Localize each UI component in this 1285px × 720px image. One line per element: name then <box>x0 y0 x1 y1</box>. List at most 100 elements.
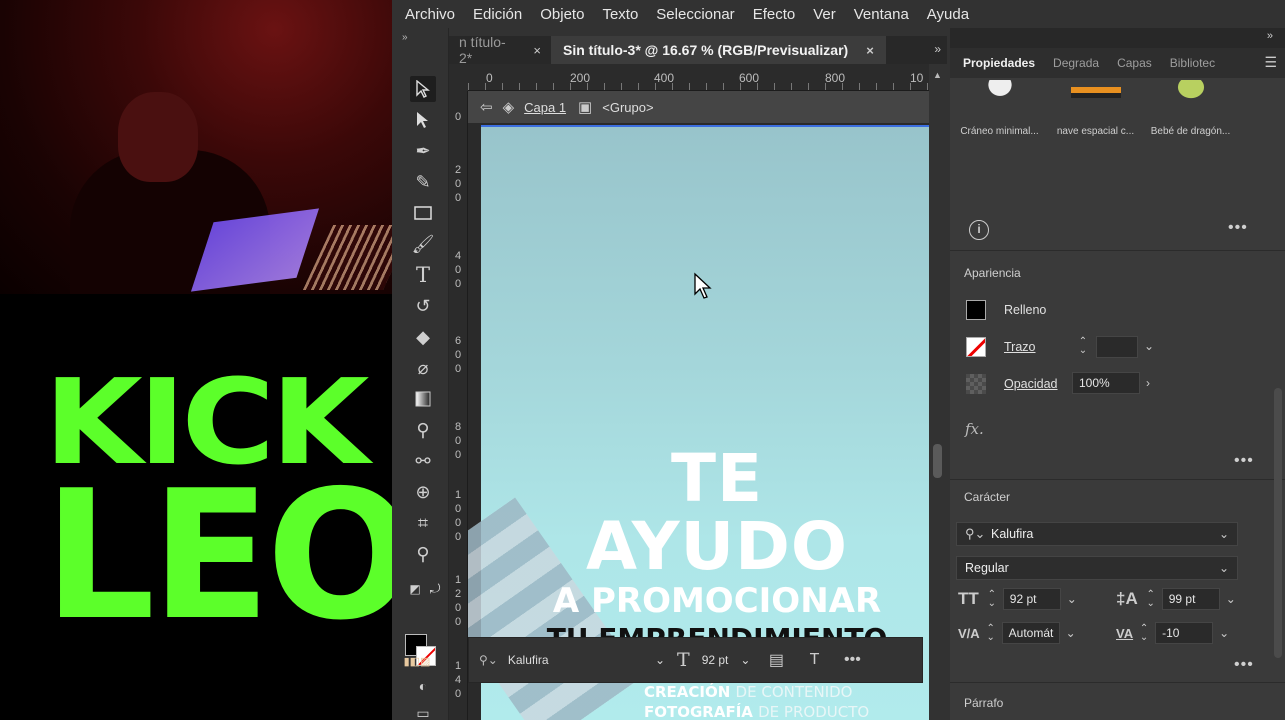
chevron-down-icon[interactable]: ⌄ <box>1066 626 1076 640</box>
font-size-input[interactable]: 92 pt <box>1002 588 1061 610</box>
stepper-icon[interactable]: ⌃ ⌄ <box>1144 590 1158 609</box>
gradient-tool-icon[interactable] <box>410 386 436 412</box>
tab-degradado[interactable]: Degrada <box>1041 56 1105 70</box>
tracking-input[interactable]: -10 <box>1155 622 1214 644</box>
tab-capas[interactable]: Capas <box>1105 56 1158 70</box>
menu-texto[interactable]: Texto <box>602 6 638 23</box>
font-size-value[interactable]: 92 pt <box>702 653 729 667</box>
chevron-down-icon[interactable]: ⌄ <box>1219 626 1229 640</box>
font-family-dropdown[interactable]: ⚲⌄ Kalufira ⌄ <box>475 645 665 675</box>
tab-propiedades[interactable]: Propiedades <box>950 56 1041 70</box>
menu-efecto[interactable]: Efecto <box>753 6 796 23</box>
headline-group[interactable]: TE AYUDO A PROMOCIONAR TU EMPRENDIMIENTO <box>537 445 897 657</box>
stroke-swatch[interactable] <box>966 337 986 357</box>
close-tab-icon[interactable]: × <box>533 43 541 58</box>
fx-icon[interactable]: fx. <box>965 420 984 438</box>
library-item[interactable]: nave espacial c... <box>1048 80 1143 137</box>
type-tool-icon[interactable]: T <box>410 262 436 288</box>
chevron-down-icon[interactable]: ⌄ <box>1067 592 1077 606</box>
artboard-tool-icon[interactable]: ⌗ <box>410 510 436 536</box>
blend-tool-icon[interactable]: ⚯ <box>410 448 436 474</box>
paragraph-align-icon[interactable]: ▤ <box>764 650 788 670</box>
menu-objeto[interactable]: Objeto <box>540 6 584 23</box>
services-text[interactable]: CREACIÓN DE CONTENIDO FOTOGRAFÍA DE PROD… <box>644 682 869 720</box>
direct-selection-tool-icon[interactable] <box>410 107 436 133</box>
drawing-mode-icon[interactable]: ◐ <box>410 673 436 699</box>
stroke-row[interactable]: Trazo <box>966 337 1036 357</box>
menu-ver[interactable]: Ver <box>813 6 836 23</box>
scrollbar-thumb[interactable] <box>933 444 942 478</box>
panel-scrollbar[interactable] <box>1274 388 1282 658</box>
ruler-origin[interactable] <box>449 64 468 91</box>
kerning-input[interactable]: Automát <box>1001 622 1060 644</box>
more-options-icon[interactable]: ••• <box>1234 656 1254 674</box>
stroke-label[interactable]: Trazo <box>1004 340 1036 354</box>
opacity-row[interactable]: Opacidad <box>966 374 1058 394</box>
font-size-control[interactable]: T 92 pt ⌄ <box>677 649 750 671</box>
paintbrush-tool-icon[interactable]: 🖌 <box>410 231 436 257</box>
back-arrow-icon[interactable]: ⇦ <box>480 98 493 116</box>
leading-control[interactable]: ‡A ⌃ ⌄ 99 pt ⌄ <box>1116 588 1236 610</box>
chevron-down-icon[interactable]: ⌄ <box>740 653 750 667</box>
eraser-tool-icon[interactable]: ◆ <box>410 324 436 350</box>
chevron-down-icon[interactable]: ⌄ <box>1226 592 1236 606</box>
rotate-tool-icon[interactable]: ↺ <box>410 293 436 319</box>
artboard[interactable]: TE AYUDO A PROMOCIONAR TU EMPRENDIMIENTO… <box>468 125 929 720</box>
stroke-weight-stepper-icon[interactable]: ⌃ ⌄ <box>1076 337 1090 356</box>
more-options-icon[interactable]: ••• <box>1234 452 1254 470</box>
opacity-input[interactable]: 100% <box>1072 372 1140 394</box>
vertical-ruler[interactable]: 0 200 400 600 800 1000 1200 140 <box>449 91 468 720</box>
collapse-tools-icon[interactable]: » <box>402 32 408 43</box>
panel-menu-icon[interactable]: ☰ <box>1264 54 1277 71</box>
color-mode-icons[interactable]: ▮◧▨ <box>404 648 431 674</box>
leading-input[interactable]: 99 pt <box>1161 588 1220 610</box>
font-style-dropdown[interactable]: Regular ⌄ <box>956 556 1238 580</box>
stepper-icon[interactable]: ⌃ ⌄ <box>985 590 999 609</box>
swap-colors-icon[interactable]: ⤾ <box>422 576 448 602</box>
tab-bibliotecas[interactable]: Bibliotec <box>1158 56 1221 70</box>
headline-line-1[interactable]: TE AYUDO <box>537 445 897 581</box>
eyedropper-tool-icon[interactable]: ⚲ <box>410 417 436 443</box>
breadcrumb-layer[interactable]: Capa 1 <box>524 100 566 115</box>
more-options-icon[interactable]: ••• <box>840 651 864 669</box>
canvas[interactable]: TE AYUDO A PROMOCIONAR TU EMPRENDIMIENTO… <box>468 123 929 720</box>
opacity-swatch[interactable] <box>966 374 986 394</box>
menu-ayuda[interactable]: Ayuda <box>927 6 969 23</box>
breadcrumb-group[interactable]: <Grupo> <box>602 100 653 115</box>
more-tabs-icon[interactable]: » <box>934 42 941 56</box>
library-item[interactable]: Bebé de dragón... <box>1143 80 1238 137</box>
close-tab-icon[interactable]: × <box>866 43 874 58</box>
fill-row[interactable]: Relleno <box>966 300 1046 320</box>
menu-edicion[interactable]: Edición <box>473 6 522 23</box>
chevron-right-icon[interactable]: › <box>1146 376 1150 390</box>
tab-document-2[interactable]: n título-2* × <box>449 34 551 66</box>
text-options-icon[interactable]: T <box>802 651 826 669</box>
stepper-icon[interactable]: ⌃ ⌄ <box>984 624 998 643</box>
stepper-icon[interactable]: ⌃ ⌄ <box>1137 624 1151 643</box>
selection-tool-icon[interactable] <box>410 76 436 102</box>
menu-ventana[interactable]: Ventana <box>854 6 909 23</box>
headline-line-2[interactable]: A PROMOCIONAR <box>537 581 897 621</box>
fill-swatch[interactable] <box>966 300 986 320</box>
pen-tool-icon[interactable]: ✒ <box>410 138 436 164</box>
curvature-tool-icon[interactable]: ✎ <box>410 169 436 195</box>
collapse-panel-icon[interactable]: » <box>1267 30 1273 42</box>
shape-builder-tool-icon[interactable]: ⊕ <box>410 479 436 505</box>
zoom-tool-icon[interactable]: ⚲ <box>410 541 436 567</box>
screen-mode-icon[interactable]: ▭ <box>410 700 436 720</box>
menu-archivo[interactable]: Archivo <box>405 6 455 23</box>
opacity-label[interactable]: Opacidad <box>1004 377 1058 391</box>
tracking-control[interactable]: VA ⌃ ⌄ -10 ⌄ <box>1116 622 1229 644</box>
tab-document-3[interactable]: Sin título-3* @ 16.67 % (RGB/Previsualiz… <box>551 36 886 64</box>
rectangle-tool-icon[interactable] <box>410 200 436 226</box>
info-button[interactable]: i <box>969 220 989 240</box>
font-family-dropdown[interactable]: ⚲⌄ Kalufira ⌄ <box>956 522 1238 546</box>
menu-seleccionar[interactable]: Seleccionar <box>656 6 734 23</box>
canvas-vertical-scrollbar[interactable]: ▲ <box>929 64 947 720</box>
kerning-control[interactable]: V/A ⌃ ⌄ Automát ⌄ <box>958 622 1076 644</box>
font-size-control[interactable]: TT ⌃ ⌄ 92 pt ⌄ <box>958 588 1077 610</box>
horizontal-ruler[interactable]: 0 200 400 600 800 10 <box>468 64 929 91</box>
stroke-weight-input[interactable] <box>1096 336 1138 358</box>
width-tool-icon[interactable]: ⌀ <box>410 355 436 381</box>
library-item[interactable]: Cráneo minimal... <box>952 80 1047 137</box>
